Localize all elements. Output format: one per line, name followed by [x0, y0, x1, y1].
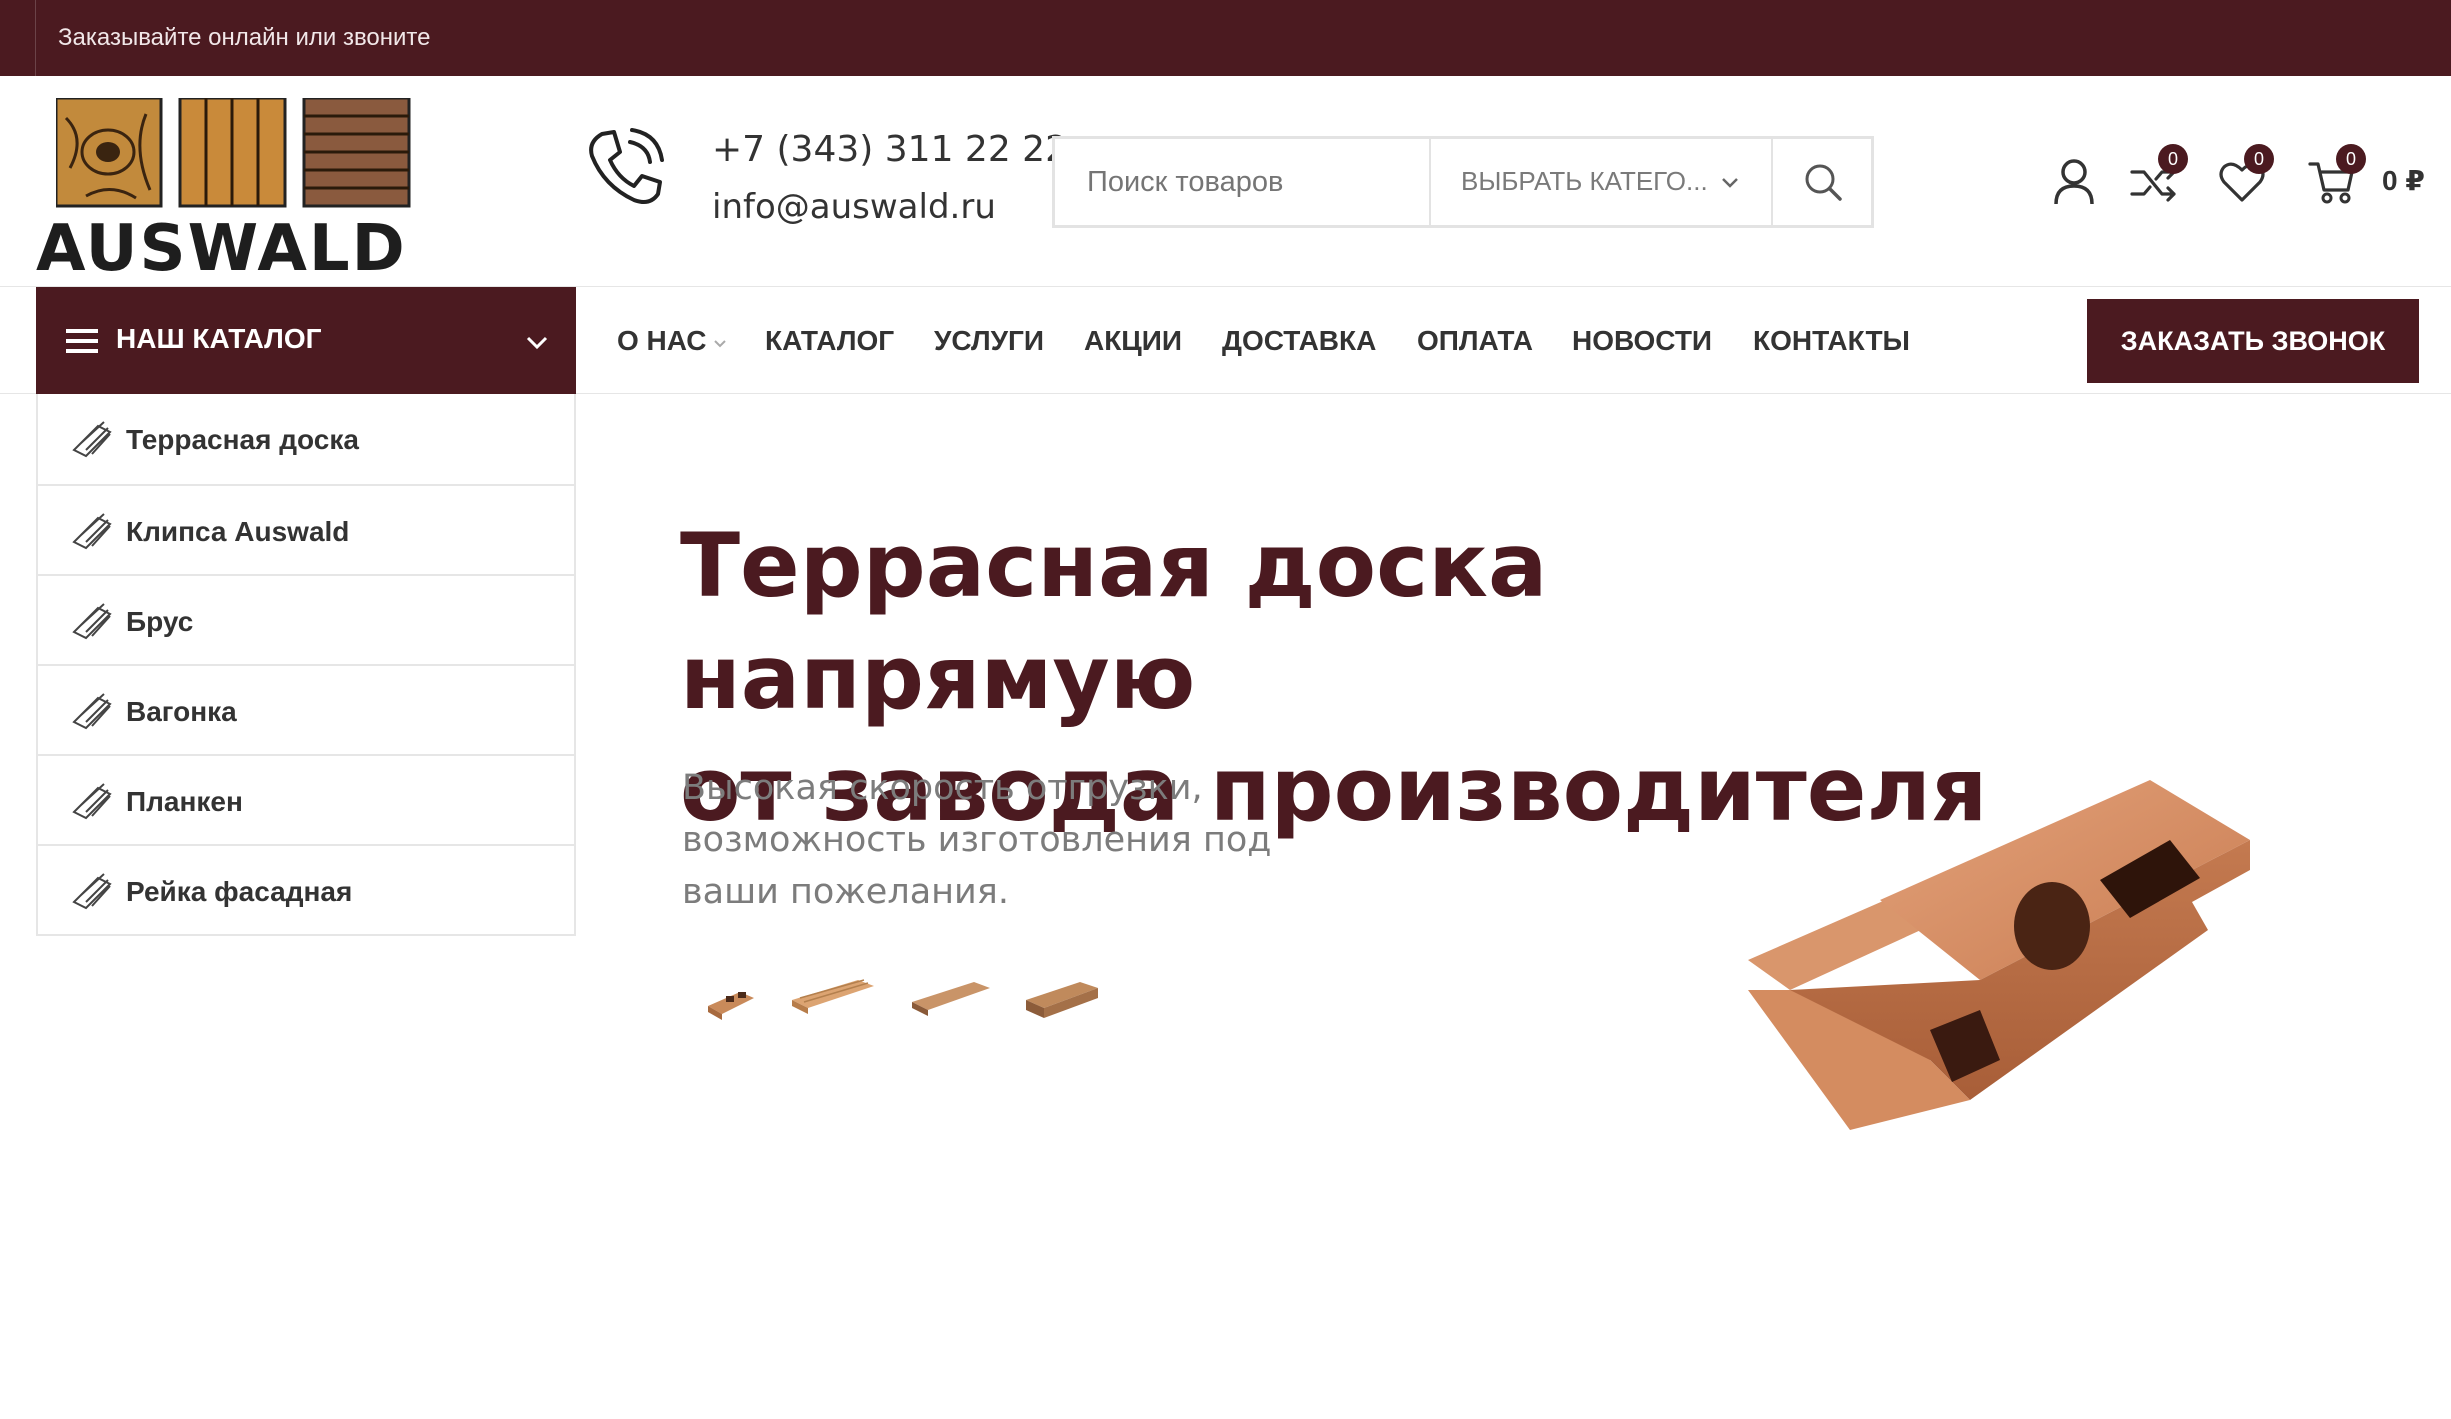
category-label: Планкен [126, 786, 243, 817]
category-item-planken[interactable]: Планкен [38, 754, 574, 844]
phone-icon [589, 128, 664, 204]
hero-subtitle-line: ваши пожелания. [682, 872, 1009, 912]
logo-wood-tiles-icon [56, 98, 411, 208]
category-label: Террасная доска [126, 424, 359, 455]
slide-thumb-beam[interactable] [1022, 962, 1102, 1032]
top-bar-message: Заказывайте онлайн или звоните [58, 24, 431, 51]
catalog-toggle-label: НАШ КАТАЛОГ [116, 323, 322, 354]
hero-subtitle-line: Высокая скорость отгрузки, [682, 768, 1203, 808]
chevron-down-icon [1722, 178, 1738, 188]
catalog-toggle-button[interactable]: НАШ КАТАЛОГ [36, 287, 576, 394]
category-item-facade-slat[interactable]: Рейка фасадная [38, 844, 574, 934]
wood-plank-icon [72, 873, 112, 910]
category-item-clip[interactable]: Клипса Auswald [38, 484, 574, 574]
search-input[interactable] [1055, 139, 1429, 225]
catalog-dropdown-list: Террасная доска Клипса Auswald Брус Ваго… [36, 394, 576, 936]
top-bar: Заказывайте онлайн или звоните [0, 0, 2451, 76]
search-icon [1805, 164, 1842, 201]
nav-item-about[interactable]: О НАС [617, 325, 727, 357]
nav-item-contacts[interactable]: КОНТАКТЫ [1753, 325, 1910, 357]
category-item-beam[interactable]: Брус [38, 574, 574, 664]
top-bar-divider [35, 0, 36, 76]
slide-thumb-planken[interactable] [908, 962, 994, 1032]
cart-count-badge: 0 [2336, 144, 2366, 174]
category-item-lining[interactable]: Вагонка [38, 664, 574, 754]
wood-plank-icon [72, 783, 112, 820]
category-label: Брус [126, 606, 194, 637]
cart-total[interactable]: 0 ₽ [2382, 164, 2425, 197]
slide-thumb-clip[interactable] [700, 962, 760, 1032]
contact-email[interactable]: info@auswald.ru [712, 187, 996, 227]
nav-item-payment[interactable]: ОПЛАТА [1417, 325, 1533, 357]
site-logo[interactable]: AUSWALD [36, 86, 436, 286]
product-clip-image [1748, 780, 2250, 1130]
search-category-select[interactable]: ВЫБРАТЬ КАТЕГО... [1429, 139, 1771, 225]
search-category-label: ВЫБРАТЬ КАТЕГО... [1461, 166, 1708, 196]
search-button[interactable] [1771, 139, 1871, 225]
wishlist-count-badge: 0 [2244, 144, 2274, 174]
chevron-down-icon [526, 336, 548, 350]
menu-icon [66, 329, 98, 353]
nav-item-promotions[interactable]: АКЦИИ [1084, 325, 1182, 357]
nav-item-news[interactable]: НОВОСТИ [1572, 325, 1712, 357]
compare-link[interactable]: 0 [2128, 144, 2188, 208]
nav-item-catalog[interactable]: КАТАЛОГ [765, 325, 894, 357]
nav-item-services[interactable]: УСЛУГИ [934, 325, 1044, 357]
category-item-terrace-board[interactable]: Террасная доска [38, 394, 574, 484]
wood-plank-icon [72, 693, 112, 730]
main-navigation: НАШ КАТАЛОГ О НАС КАТАЛОГ УСЛУГИ АКЦИИ Д… [0, 287, 2451, 394]
hero-subtitle-line: возможность изготовления под [682, 820, 1272, 860]
compare-count-badge: 0 [2158, 144, 2188, 174]
chevron-down-icon [713, 339, 726, 348]
wood-plank-icon [72, 421, 112, 458]
contact-phone[interactable]: +7 (343) 311 22 22 [712, 129, 1068, 170]
nav-item-label: О НАС [617, 325, 707, 356]
hero-slide-thumbnails [700, 962, 1130, 1032]
wood-plank-icon [72, 513, 112, 550]
request-call-button[interactable]: ЗАКАЗАТЬ ЗВОНОК [2087, 299, 2419, 383]
wishlist-link[interactable]: 0 [2216, 144, 2274, 208]
category-label: Клипса Auswald [126, 516, 350, 547]
category-label: Рейка фасадная [126, 876, 353, 907]
hero-title-line: Террасная доска напрямую [680, 514, 1548, 729]
slide-thumb-terrace-board[interactable] [788, 962, 878, 1032]
logo-wordmark: AUSWALD [36, 212, 407, 286]
account-icon[interactable] [2048, 156, 2100, 208]
search-form: ВЫБРАТЬ КАТЕГО... [1052, 136, 1874, 228]
cart-link[interactable]: 0 [2306, 144, 2368, 208]
site-header: AUSWALD +7 (343) 311 22 22 info@auswald.… [0, 76, 2451, 287]
category-label: Вагонка [126, 696, 237, 727]
nav-item-delivery[interactable]: ДОСТАВКА [1222, 325, 1376, 357]
hero-subtitle: Высокая скорость отгрузки, возможность и… [682, 762, 1322, 918]
wood-plank-icon [72, 603, 112, 640]
